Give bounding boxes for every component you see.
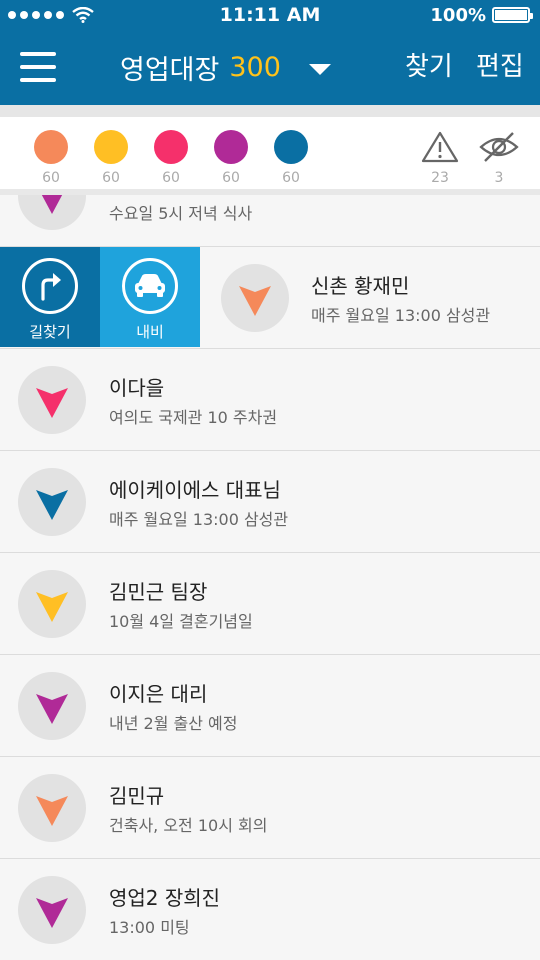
filter-purple[interactable]: 60: [211, 130, 251, 186]
avatar: [18, 570, 86, 638]
marker-icon: [36, 796, 68, 826]
list-item-swiped[interactable]: 길찾기 내비 신촌 황재민 매주 월요일 13:00 삼성관: [0, 247, 540, 349]
avatar: [221, 264, 289, 332]
color-dot: [34, 130, 68, 164]
chevron-down-icon: [308, 64, 331, 75]
alert-count: 23: [431, 170, 449, 186]
list-item-title: 이다을: [109, 376, 165, 400]
list-item-title: 영업2 장희진: [109, 886, 221, 910]
list-item-title: 김민근 팀장: [109, 580, 208, 604]
filter-blue[interactable]: 60: [271, 130, 311, 186]
list-item-subtitle: 10월 4일 결혼기념일: [109, 612, 253, 631]
avatar: [18, 468, 86, 536]
list-item-subtitle: 수요일 5시 저녁 식사: [109, 204, 253, 223]
filter-bar: 60 60 60 60 60 23 3: [0, 117, 540, 195]
avatar: [18, 774, 86, 842]
marker-icon: [36, 898, 68, 928]
color-dot: [94, 130, 128, 164]
directions-label: 길찾기: [29, 323, 71, 341]
list-item-title: 에이케이에스 대표님: [109, 478, 281, 502]
color-dot: [154, 130, 188, 164]
marker-icon: [36, 490, 68, 520]
avatar: [18, 672, 86, 740]
list-item[interactable]: 영업2 장희진 13:00 미팅: [0, 859, 540, 960]
filter-pink[interactable]: 60: [151, 130, 191, 186]
marker-icon: [36, 388, 68, 418]
edit-button[interactable]: 편집: [476, 30, 524, 105]
marker-icon: [36, 592, 68, 622]
hidden-count: 3: [494, 170, 504, 186]
list-item[interactable]: 수요일 5시 저녁 식사: [0, 195, 540, 247]
warning-icon: [421, 131, 459, 163]
battery-percent: 100%: [430, 4, 486, 26]
directions-button[interactable]: 길찾기: [0, 247, 100, 347]
find-button[interactable]: 찾기: [405, 30, 453, 105]
color-dot: [274, 130, 308, 164]
list-item[interactable]: 에이케이에스 대표님 매주 월요일 13:00 삼성관: [0, 451, 540, 553]
list-item-content[interactable]: 신촌 황재민 매주 월요일 13:00 삼성관: [200, 247, 540, 347]
avatar: [18, 366, 86, 434]
filter-orange[interactable]: 60: [31, 130, 71, 186]
status-bar: 11:11 AM 100%: [0, 0, 540, 30]
divider: [0, 105, 540, 117]
filter-count: 60: [42, 170, 60, 186]
filter-count: 60: [282, 170, 300, 186]
list-item-title: 김민규: [109, 784, 165, 808]
list-item-subtitle: 매주 월요일 13:00 삼성관: [109, 510, 289, 529]
filter-count: 60: [162, 170, 180, 186]
filter-alerts[interactable]: 23: [420, 130, 460, 186]
list-item-subtitle: 내년 2월 출산 예정: [109, 714, 238, 733]
list-item[interactable]: 이다을 여의도 국제관 10 주차권: [0, 349, 540, 451]
list-item[interactable]: 김민규 건축사, 오전 10시 회의: [0, 757, 540, 859]
avatar: [18, 195, 86, 230]
menu-button[interactable]: [20, 52, 56, 82]
list-item-title: 신촌 황재민: [311, 274, 410, 298]
list-item[interactable]: 김민근 팀장 10월 4일 결혼기념일: [0, 553, 540, 655]
list-item-subtitle: 여의도 국제관 10 주차권: [109, 408, 278, 427]
contact-list: 수요일 5시 저녁 식사 길찾기 내비 신촌 황재민 매주 월요일 13:00 …: [0, 195, 540, 960]
filter-yellow[interactable]: 60: [91, 130, 131, 186]
battery-icon: [492, 7, 533, 23]
marker-icon: [36, 694, 68, 724]
filter-count: 60: [102, 170, 120, 186]
navi-label: 내비: [136, 323, 164, 341]
filter-hidden[interactable]: 3: [479, 130, 519, 186]
color-dot: [214, 130, 248, 164]
eye-off-icon: [479, 132, 519, 162]
group-selector[interactable]: 영업대장 300: [120, 30, 331, 105]
navi-button[interactable]: 내비: [100, 247, 200, 347]
list-item-title: 이지은 대리: [109, 682, 208, 706]
marker-icon: [41, 195, 63, 214]
group-count: 300: [229, 52, 281, 83]
avatar: [18, 876, 86, 944]
list-item-subtitle: 13:00 미팅: [109, 918, 190, 937]
filter-count: 60: [222, 170, 240, 186]
nav-bar: 영업대장 300 찾기 편집: [0, 30, 540, 105]
list-item-subtitle: 건축사, 오전 10시 회의: [109, 816, 268, 835]
car-icon: [122, 258, 178, 314]
marker-icon: [239, 286, 271, 316]
hamburger-icon: [20, 52, 56, 56]
page-title: 영업대장: [120, 55, 220, 86]
list-item-subtitle: 매주 월요일 13:00 삼성관: [311, 306, 491, 325]
turn-right-icon: [22, 258, 78, 314]
list-item[interactable]: 이지은 대리 내년 2월 출산 예정: [0, 655, 540, 757]
